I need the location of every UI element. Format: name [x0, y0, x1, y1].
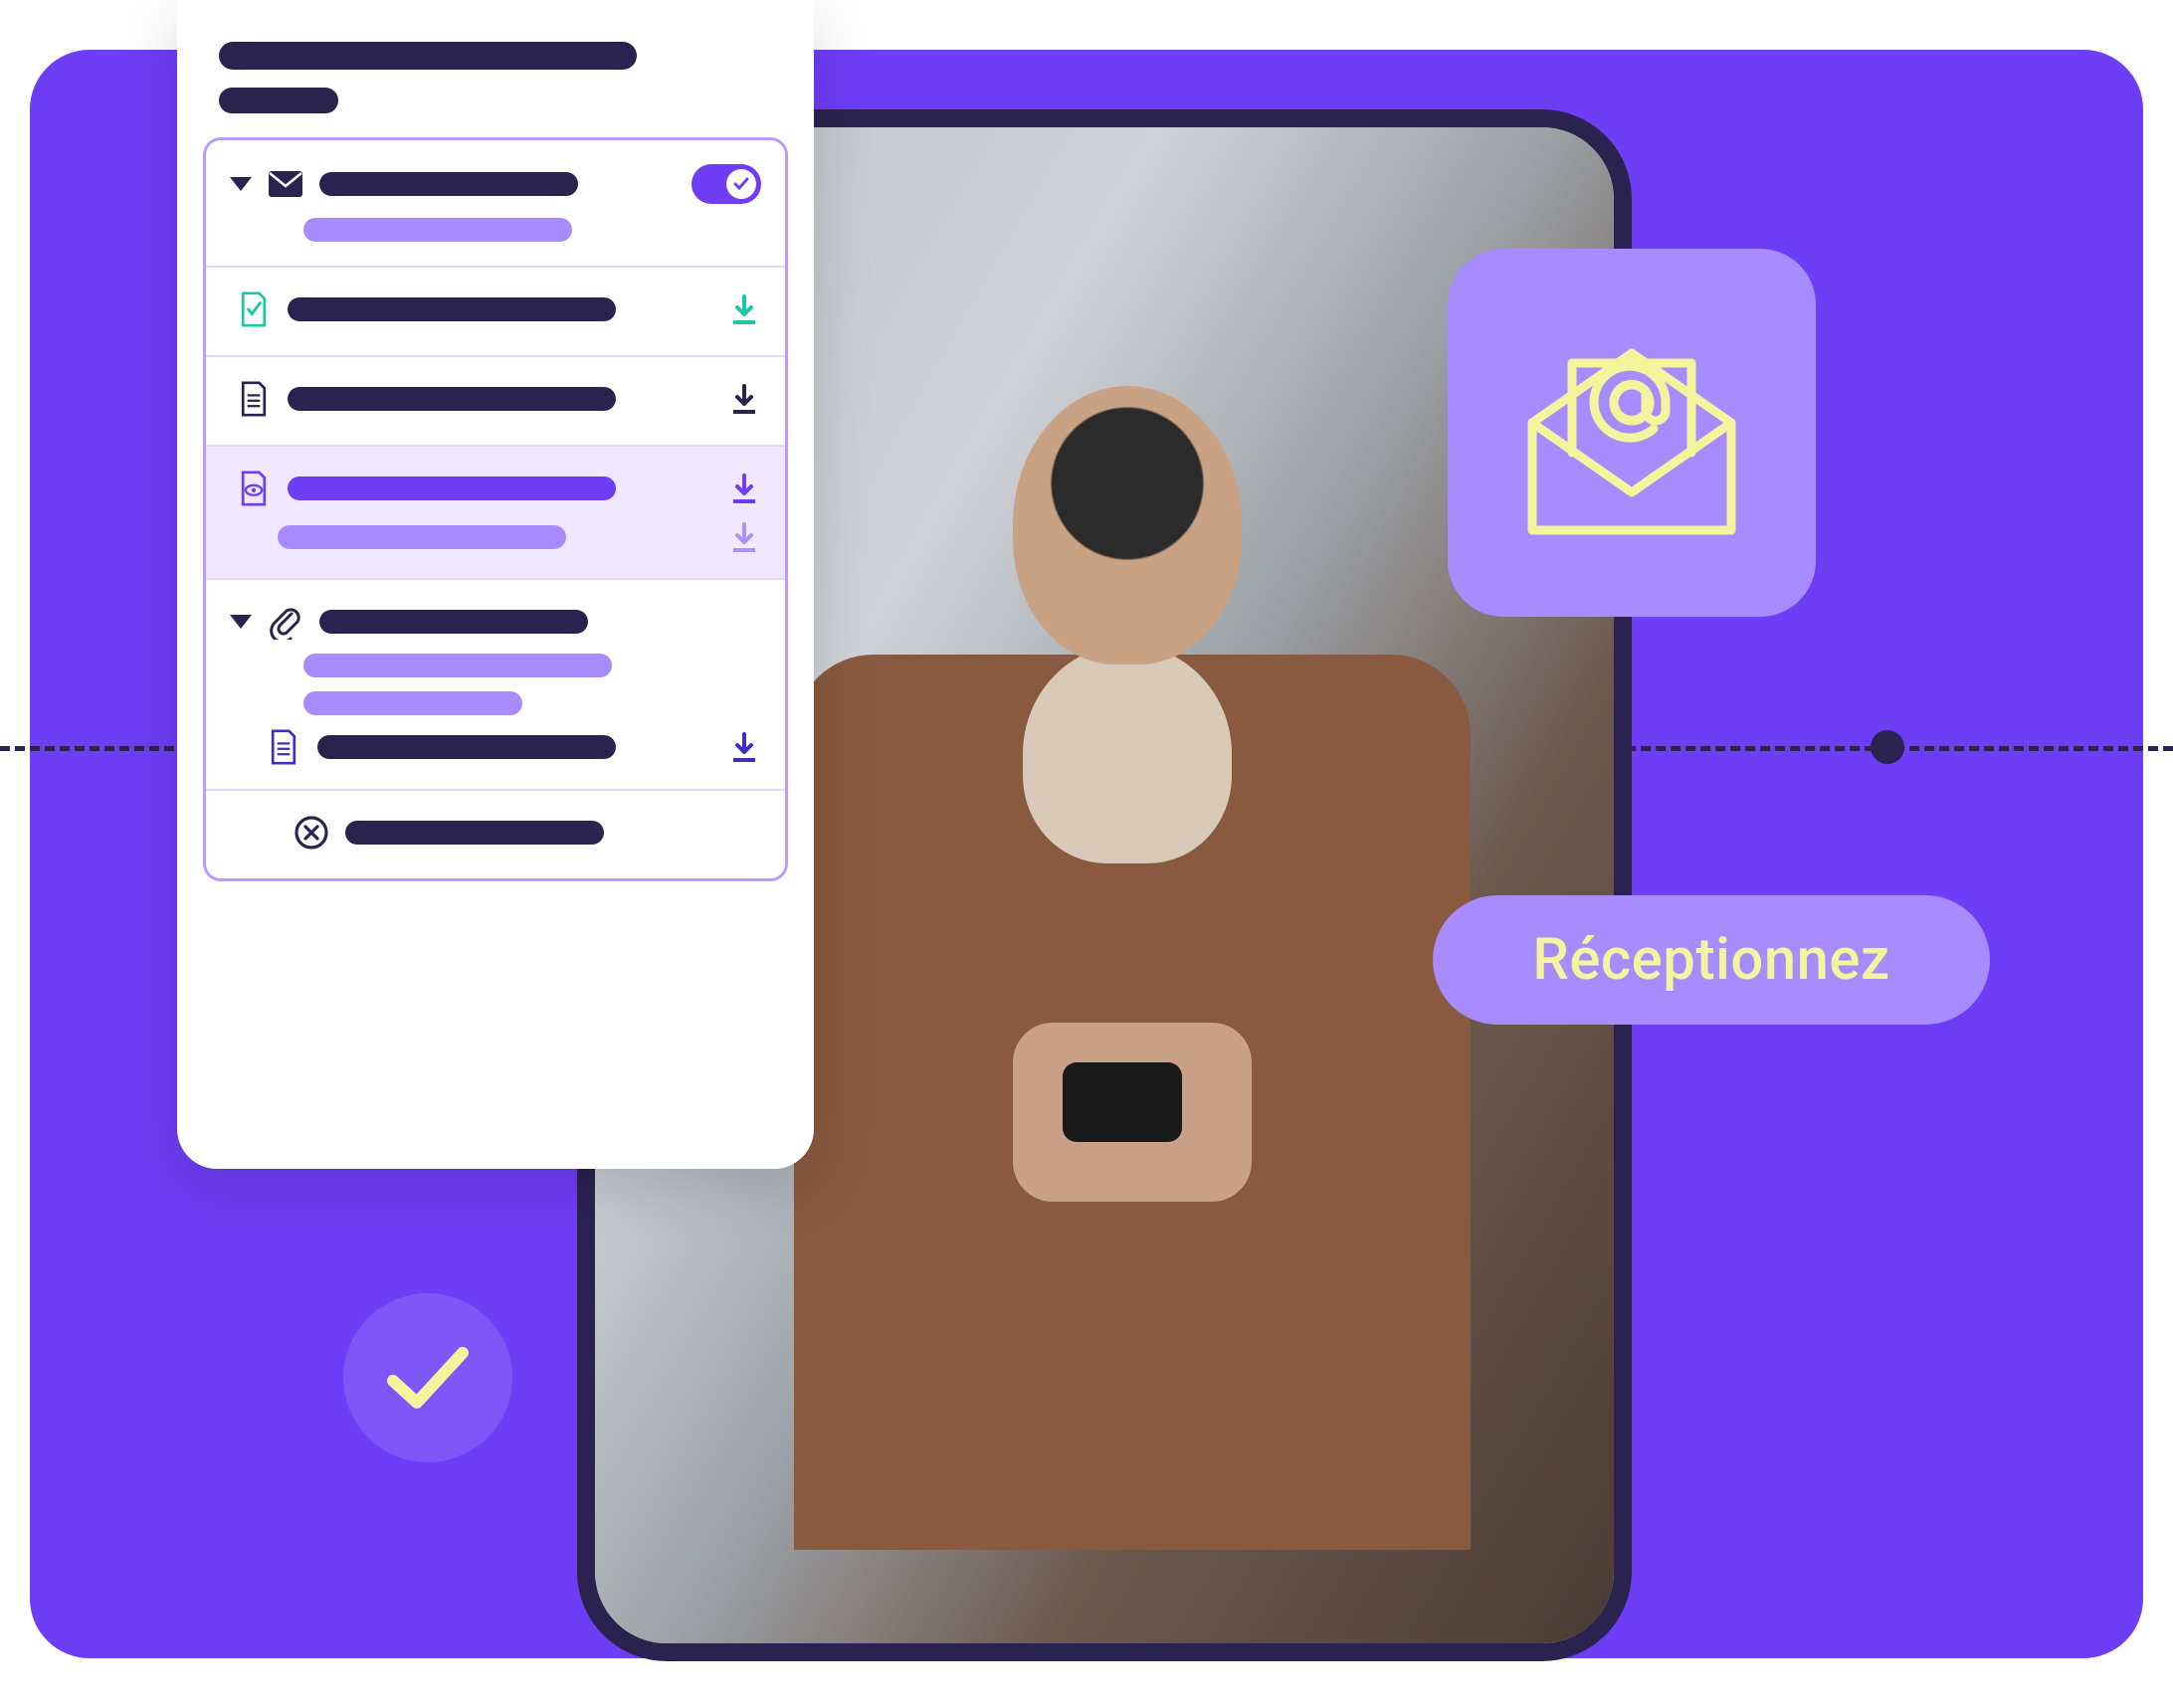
envelope-at-tile: [1448, 249, 1816, 617]
download-icon[interactable]: [727, 520, 761, 554]
card-title-placeholder: [219, 42, 637, 70]
list-item[interactable]: [206, 266, 785, 355]
attachment-line-2: [303, 691, 522, 715]
download-icon[interactable]: [727, 382, 761, 416]
mail-subtitle-placeholder: [303, 218, 572, 242]
photo-shirt: [1023, 645, 1232, 863]
app-card: [177, 0, 814, 1169]
mail-title-placeholder: [319, 172, 578, 196]
list-item-rejected[interactable]: [206, 789, 785, 878]
list-item-selected[interactable]: [206, 445, 785, 578]
attachment-line-1: [303, 654, 612, 677]
file-list-panel: [203, 137, 788, 881]
envelope-at-icon: [1502, 303, 1761, 562]
step-label-pill: Réceptionnez: [1433, 895, 1990, 1025]
toggle-switch[interactable]: [691, 164, 761, 204]
mail-icon: [268, 166, 303, 202]
section-attachments: [206, 578, 785, 789]
document-check-icon: [236, 291, 272, 327]
document-eye-icon: [236, 471, 272, 506]
paperclip-icon: [268, 604, 303, 640]
timeline-node: [1871, 730, 1904, 764]
attachment-file-placeholder: [317, 735, 616, 759]
status-check-circle: [343, 1293, 512, 1462]
document-icon: [266, 729, 301, 765]
check-icon: [383, 1343, 473, 1413]
card-subtitle-placeholder: [219, 88, 338, 113]
item-label-placeholder: [288, 387, 616, 411]
document-icon: [236, 381, 272, 417]
chevron-down-icon[interactable]: [230, 177, 252, 191]
attachments-title-placeholder: [319, 610, 588, 634]
item-label-placeholder: [288, 476, 616, 500]
item-subtitle-placeholder: [278, 525, 566, 549]
section-mail-header: [206, 140, 785, 266]
download-icon[interactable]: [727, 472, 761, 505]
item-label-placeholder: [288, 297, 616, 321]
check-icon: [733, 176, 749, 192]
download-icon[interactable]: [727, 730, 761, 764]
photo-phone: [1063, 1062, 1182, 1142]
list-item[interactable]: [206, 355, 785, 445]
close-circle-icon: [294, 815, 329, 851]
download-icon[interactable]: [727, 292, 761, 326]
chevron-down-icon[interactable]: [230, 615, 252, 629]
item-label-placeholder: [345, 821, 604, 845]
photo-head: [1013, 386, 1242, 664]
step-label-text: Réceptionnez: [1532, 926, 1889, 994]
